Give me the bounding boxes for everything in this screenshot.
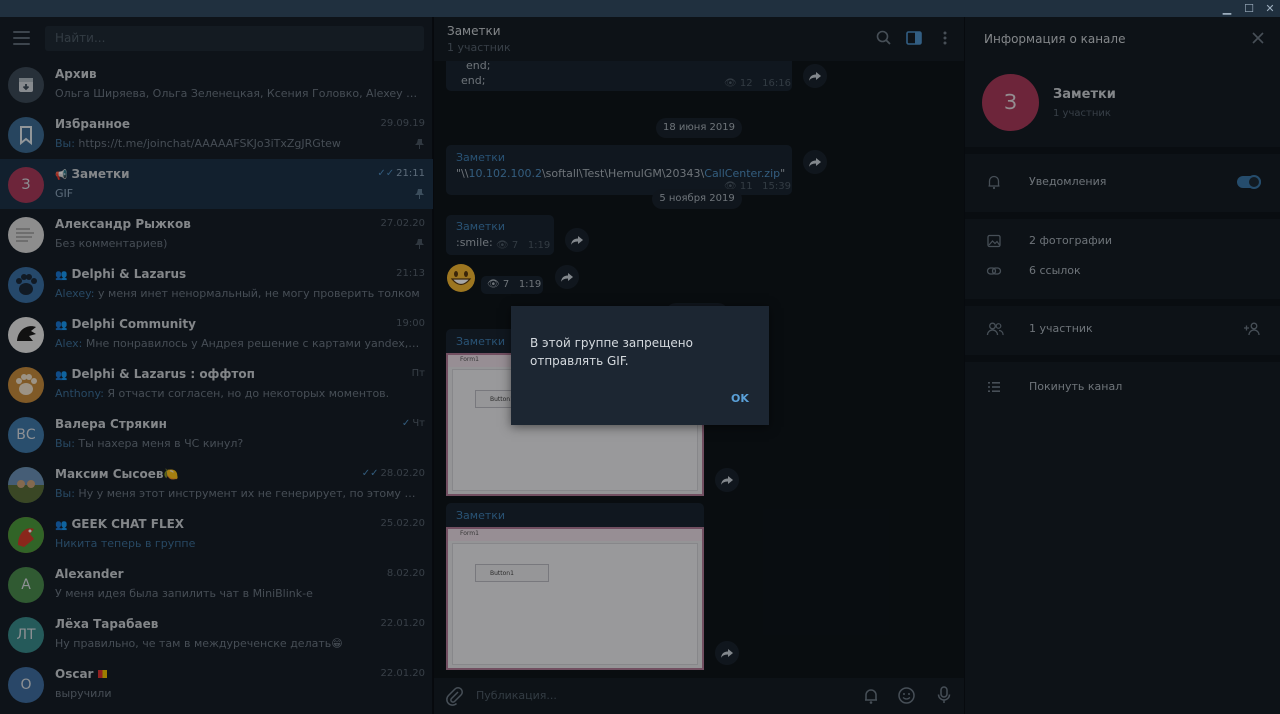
close-window-button[interactable]: ✕ xyxy=(1259,0,1280,17)
dialog-message: В этой группе запрещено отправлять GIF. xyxy=(530,336,693,368)
window-titlebar: ▁ ☐ ✕ xyxy=(0,0,1280,17)
ok-button[interactable]: OK xyxy=(731,392,749,405)
alert-dialog: В этой группе запрещено отправлять GIF. … xyxy=(511,306,769,425)
minimize-button[interactable]: ▁ xyxy=(1216,0,1238,17)
maximize-button[interactable]: ☐ xyxy=(1238,0,1260,17)
